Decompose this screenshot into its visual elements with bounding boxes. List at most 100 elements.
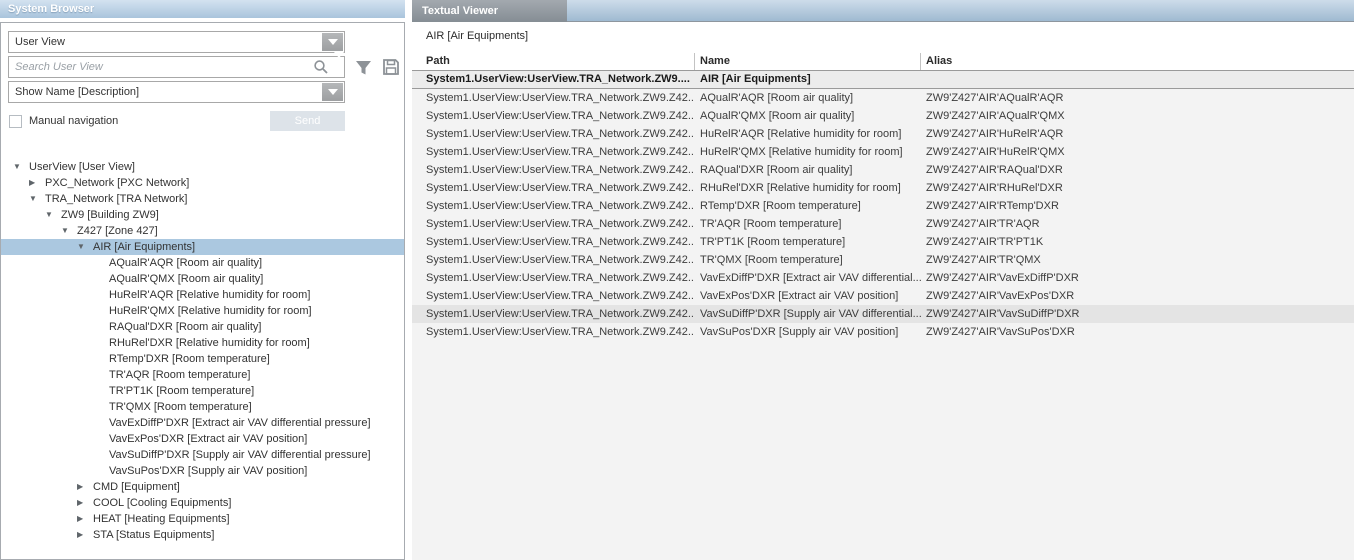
cell-path: System1.UserView:UserView.TRA_Network.ZW…: [412, 179, 695, 197]
cell-name: VavSuPos'DXR [Supply air VAV position]: [695, 323, 921, 341]
search-input[interactable]: Search User View: [8, 56, 345, 78]
collapse-icon[interactable]: ▼: [13, 159, 25, 175]
cell-path: System1.UserView:UserView.TRA_Network.ZW…: [412, 107, 695, 125]
expand-icon[interactable]: ▶: [77, 495, 89, 511]
tree-item-label: HuRelR'QMX [Relative humidity for room]: [109, 303, 312, 319]
collapse-icon[interactable]: ▼: [61, 223, 73, 239]
collapse-icon[interactable]: ▼: [45, 207, 57, 223]
table-row[interactable]: System1.UserView:UserView.TRA_Network.ZW…: [412, 89, 1354, 107]
cell-path: System1.UserView:UserView.TRA_Network.ZW…: [412, 233, 695, 251]
tree-item-label: AIR [Air Equipments]: [93, 239, 195, 255]
table-row[interactable]: System1.UserView:UserView.TRA_Network.ZW…: [412, 161, 1354, 179]
table-row[interactable]: System1.UserView:UserView.TRA_Network.ZW…: [412, 107, 1354, 125]
tree-item[interactable]: AQualR'QMX [Room air quality]: [1, 271, 404, 287]
view-selector-combobox[interactable]: User View: [8, 31, 345, 53]
tree-item[interactable]: VavSuPos'DXR [Supply air VAV position]: [1, 463, 404, 479]
tree-item[interactable]: RTemp'DXR [Room temperature]: [1, 351, 404, 367]
tree-item[interactable]: VavExDiffP'DXR [Extract air VAV differen…: [1, 415, 404, 431]
chevron-down-icon: [328, 89, 338, 95]
tree-item[interactable]: ▼Z427 [Zone 427]: [1, 223, 404, 239]
tree-item[interactable]: TR'QMX [Room temperature]: [1, 399, 404, 415]
tree-item[interactable]: ▶CMD [Equipment]: [1, 479, 404, 495]
cell-alias: ZW9'Z427'AIR'RAQual'DXR: [921, 161, 1354, 179]
table-row[interactable]: System1.UserView:UserView.TRA_Network.ZW…: [412, 197, 1354, 215]
system-browser-panel: System Browser User View Search User Vie…: [0, 0, 405, 560]
table-row[interactable]: System1.UserView:UserView.TRA_Network.ZW…: [412, 305, 1354, 323]
cell-path: System1.UserView:UserView.TRA_Network.ZW…: [412, 143, 695, 161]
cell-alias: ZW9'Z427'AIR'AQualR'QMX: [921, 107, 1354, 125]
table-row[interactable]: System1.UserView:UserView.TRA_Network.ZW…: [412, 269, 1354, 287]
tree-item[interactable]: HuRelR'AQR [Relative humidity for room]: [1, 287, 404, 303]
expand-icon[interactable]: ▶: [29, 175, 41, 191]
table-row[interactable]: System1.UserView:UserView.TRA_Network.ZW…: [412, 70, 1354, 89]
cell-path: System1.UserView:UserView.TRA_Network.ZW…: [412, 305, 695, 323]
table-row[interactable]: System1.UserView:UserView.TRA_Network.ZW…: [412, 215, 1354, 233]
filter-icon[interactable]: [354, 58, 373, 77]
table-row[interactable]: System1.UserView:UserView.TRA_Network.ZW…: [412, 251, 1354, 269]
tree-item[interactable]: ▶PXC_Network [PXC Network]: [1, 175, 404, 191]
tab-textual-viewer[interactable]: Textual Viewer: [412, 0, 567, 22]
table-row[interactable]: System1.UserView:UserView.TRA_Network.ZW…: [412, 287, 1354, 305]
cell-alias: ZW9'Z427'AIR'VavSuDiffP'DXR: [921, 305, 1354, 323]
manual-navigation-checkbox[interactable]: [9, 115, 22, 128]
expand-icon[interactable]: ▶: [77, 511, 89, 527]
chevron-down-icon: [328, 39, 338, 45]
tree-item-label: RHuRel'DXR [Relative humidity for room]: [109, 335, 310, 351]
save-icon[interactable]: [382, 58, 400, 76]
tree-item[interactable]: TR'PT1K [Room temperature]: [1, 383, 404, 399]
cell-name: TR'AQR [Room temperature]: [695, 215, 921, 233]
tree-item[interactable]: ▶STA [Status Equipments]: [1, 527, 404, 543]
display-mode-combobox[interactable]: Show Name [Description]: [8, 81, 345, 103]
search-dropdown-button[interactable]: [334, 58, 344, 76]
display-mode-dropdown-button[interactable]: [322, 83, 343, 101]
cell-name: RAQual'DXR [Room air quality]: [695, 161, 921, 179]
table-row[interactable]: System1.UserView:UserView.TRA_Network.ZW…: [412, 179, 1354, 197]
cell-name: HuRelR'QMX [Relative humidity for room]: [695, 143, 921, 161]
tree-item[interactable]: HuRelR'QMX [Relative humidity for room]: [1, 303, 404, 319]
cell-name: TR'PT1K [Room temperature]: [695, 233, 921, 251]
tree-item-label: CMD [Equipment]: [93, 479, 180, 495]
expand-icon[interactable]: ▶: [77, 527, 89, 543]
column-header-path[interactable]: Path: [412, 53, 695, 70]
cell-name: RTemp'DXR [Room temperature]: [695, 197, 921, 215]
cell-path: System1.UserView:UserView.TRA_Network.ZW…: [412, 197, 695, 215]
column-header-name[interactable]: Name: [695, 53, 921, 70]
breadcrumb: AIR [Air Equipments]: [426, 30, 1354, 46]
send-button[interactable]: Send: [270, 111, 345, 131]
column-header-alias[interactable]: Alias: [921, 53, 1354, 70]
tree-item[interactable]: ▼UserView [User View]: [1, 159, 404, 175]
cell-alias: ZW9'Z427'AIR'TR'PT1K: [921, 233, 1354, 251]
tree-item-label: COOL [Cooling Equipments]: [93, 495, 231, 511]
tree-item[interactable]: ▼AIR [Air Equipments]: [1, 239, 404, 255]
table-rows: System1.UserView:UserView.TRA_Network.ZW…: [412, 70, 1354, 560]
collapse-icon[interactable]: ▼: [29, 191, 41, 207]
search-icon[interactable]: [313, 59, 329, 75]
tree-item-label: STA [Status Equipments]: [93, 527, 214, 543]
tree-item[interactable]: ▶COOL [Cooling Equipments]: [1, 495, 404, 511]
tree-item[interactable]: ▶HEAT [Heating Equipments]: [1, 511, 404, 527]
table-row[interactable]: System1.UserView:UserView.TRA_Network.ZW…: [412, 125, 1354, 143]
collapse-icon[interactable]: ▼: [77, 239, 89, 255]
tree-item[interactable]: TR'AQR [Room temperature]: [1, 367, 404, 383]
table-row[interactable]: System1.UserView:UserView.TRA_Network.ZW…: [412, 323, 1354, 341]
tree-item[interactable]: VavSuDiffP'DXR [Supply air VAV different…: [1, 447, 404, 463]
table-row[interactable]: System1.UserView:UserView.TRA_Network.ZW…: [412, 143, 1354, 161]
cell-alias: ZW9'Z427'AIR'HuRelR'AQR: [921, 125, 1354, 143]
cell-name: VavExDiffP'DXR [Extract air VAV differen…: [695, 269, 921, 287]
tree-item[interactable]: RHuRel'DXR [Relative humidity for room]: [1, 335, 404, 351]
tree-item-label: Z427 [Zone 427]: [77, 223, 158, 239]
table-row[interactable]: System1.UserView:UserView.TRA_Network.ZW…: [412, 233, 1354, 251]
tree-item-label: TR'PT1K [Room temperature]: [109, 383, 254, 399]
tree-item[interactable]: RAQual'DXR [Room air quality]: [1, 319, 404, 335]
tree-item[interactable]: VavExPos'DXR [Extract air VAV position]: [1, 431, 404, 447]
expand-icon[interactable]: ▶: [77, 479, 89, 495]
view-selector-dropdown-button[interactable]: [322, 33, 343, 51]
cell-alias: ZW9'Z427'AIR'TR'QMX: [921, 251, 1354, 269]
cell-path: System1.UserView:UserView.TRA_Network.ZW…: [412, 287, 695, 305]
tree-item[interactable]: ▼TRA_Network [TRA Network]: [1, 191, 404, 207]
cell-path: System1.UserView:UserView.TRA_Network.ZW…: [412, 71, 695, 88]
tree-item-label: UserView [User View]: [29, 159, 135, 175]
tree-item[interactable]: AQualR'AQR [Room air quality]: [1, 255, 404, 271]
view-selector-value: User View: [15, 36, 65, 48]
tree-item[interactable]: ▼ZW9 [Building ZW9]: [1, 207, 404, 223]
